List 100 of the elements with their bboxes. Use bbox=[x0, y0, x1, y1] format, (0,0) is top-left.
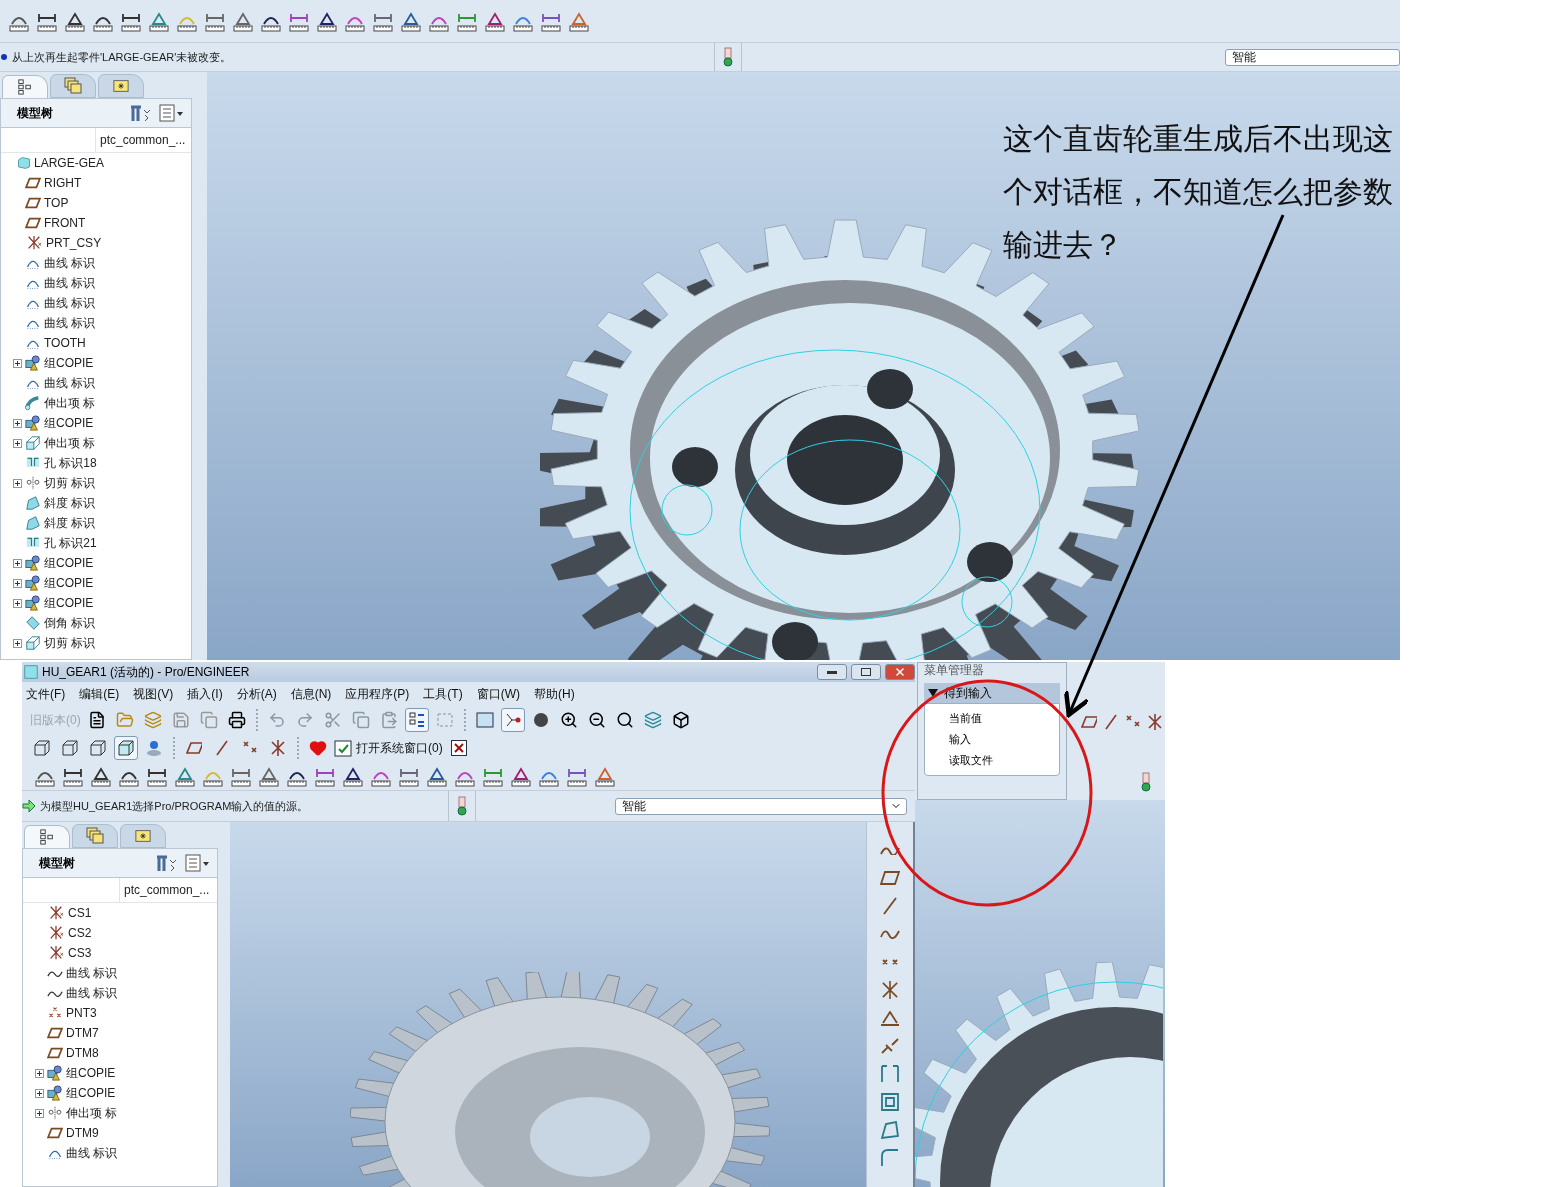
expand-icon[interactable] bbox=[13, 578, 22, 588]
tree-item[interactable]: CS1 bbox=[23, 903, 217, 923]
cube-icon bbox=[62, 740, 78, 756]
tree-item[interactable]: TOP bbox=[1, 193, 191, 213]
panel-title: 模型树 bbox=[17, 104, 54, 122]
tree-item[interactable]: FRONT bbox=[1, 213, 191, 233]
tree-item[interactable]: 组COPIE bbox=[1, 593, 191, 613]
tree-item[interactable]: DTM9 bbox=[23, 1123, 217, 1143]
tree-item[interactable]: DTM7 bbox=[23, 1023, 217, 1043]
tree-item[interactable]: 伸出项 标 bbox=[1, 433, 191, 453]
tree-item[interactable]: PRT_CSY bbox=[1, 233, 191, 253]
tree-item[interactable]: 曲线 标识 bbox=[23, 1143, 217, 1163]
sweep-icon bbox=[25, 395, 41, 411]
curve-icon bbox=[47, 988, 63, 998]
menu-item[interactable]: 窗口(W) bbox=[476, 685, 520, 703]
datum-plane-icon bbox=[25, 217, 41, 229]
tree-item[interactable]: 曲线 标识 bbox=[23, 963, 217, 983]
tree-item[interactable]: 曲线 标识 bbox=[1, 273, 191, 293]
document-icon bbox=[87, 711, 106, 729]
tree-item[interactable]: 组COPIE bbox=[1, 413, 191, 433]
expand-icon[interactable] bbox=[13, 438, 22, 448]
close-icon bbox=[894, 666, 906, 678]
panel-tab[interactable] bbox=[2, 75, 48, 98]
menu-item[interactable]: 读取文件 bbox=[949, 750, 1059, 771]
tree-item[interactable]: 组COPIE bbox=[23, 1083, 217, 1103]
tree-item[interactable]: LARGE-GEA bbox=[1, 153, 191, 173]
tree-item[interactable]: TOOTH bbox=[1, 333, 191, 353]
tree-item[interactable]: 曲线 标识 bbox=[1, 253, 191, 273]
folder-icon bbox=[112, 78, 130, 94]
tree-item[interactable]: DTM8 bbox=[23, 1043, 217, 1063]
tree-item[interactable]: CS2 bbox=[23, 923, 217, 943]
tree-item[interactable]: 斜度 标识 bbox=[1, 513, 191, 533]
tree-item[interactable]: CS3 bbox=[23, 943, 217, 963]
group-icon bbox=[25, 355, 41, 371]
expand-icon[interactable] bbox=[13, 418, 22, 428]
menu-item[interactable]: 分析(A) bbox=[236, 685, 277, 703]
panel-tab[interactable] bbox=[120, 824, 166, 848]
menu-item[interactable]: 编辑(E) bbox=[79, 685, 120, 703]
expand-icon[interactable] bbox=[13, 558, 22, 568]
search-icon bbox=[615, 711, 634, 729]
filter-field[interactable]: 智能 bbox=[615, 797, 907, 815]
menu-item[interactable]: 信息(N) bbox=[290, 685, 332, 703]
tree-item[interactable]: PNT3 bbox=[23, 1003, 217, 1023]
menu-item[interactable]: 当前值 bbox=[949, 708, 1059, 729]
tree-item[interactable]: 组COPIE bbox=[1, 353, 191, 373]
expand-icon[interactable] bbox=[13, 638, 22, 648]
tree-item[interactable]: RIGHT bbox=[1, 173, 191, 193]
axis-icon bbox=[883, 897, 897, 915]
datum-icon bbox=[1103, 714, 1119, 730]
panel-tab[interactable] bbox=[24, 825, 70, 848]
box-icon bbox=[671, 711, 690, 729]
measure-icon bbox=[64, 10, 86, 32]
menu-item[interactable]: 文件(F) bbox=[26, 685, 66, 703]
maximize-button[interactable] bbox=[851, 664, 881, 680]
tree-item[interactable]: 曲线 标识 bbox=[23, 983, 217, 1003]
tree-item[interactable]: 曲线 标识 bbox=[1, 293, 191, 313]
system-window-button[interactable]: 打开系统窗口(0) bbox=[334, 739, 443, 757]
list-icon bbox=[185, 854, 211, 872]
menu-item[interactable]: 工具(T) bbox=[423, 685, 463, 703]
tree-item[interactable]: 曲线 标识 bbox=[1, 373, 191, 393]
annotation-text: 这个直齿轮重生成后不出现这个对话框，不知道怎么把参数输进去？ bbox=[1003, 120, 1394, 264]
node-button[interactable] bbox=[500, 708, 525, 732]
menu-item[interactable]: 帮助(H) bbox=[534, 685, 575, 703]
menu-item[interactable]: 应用程序(P) bbox=[345, 685, 410, 703]
view-cube-button[interactable] bbox=[114, 736, 138, 760]
menu-item[interactable]: 插入(I) bbox=[187, 685, 223, 703]
tree-item[interactable]: 孔 标识21 bbox=[1, 533, 191, 553]
measure-icon bbox=[342, 765, 364, 787]
tree-item[interactable]: 倒角 标识 bbox=[1, 613, 191, 633]
datum-plane-icon bbox=[47, 1047, 63, 1059]
menu-item[interactable]: 输入 bbox=[949, 729, 1059, 750]
expand-icon[interactable] bbox=[13, 478, 22, 488]
expand-icon[interactable] bbox=[35, 1108, 44, 1118]
tree-item[interactable]: 斜度 标识 bbox=[1, 493, 191, 513]
regenerate-button[interactable] bbox=[404, 708, 429, 732]
draft-icon bbox=[881, 1121, 899, 1139]
expand-icon[interactable] bbox=[13, 358, 22, 368]
group-icon bbox=[25, 415, 41, 431]
layers-icon bbox=[143, 711, 162, 729]
panel-tab[interactable] bbox=[98, 74, 144, 98]
traffic-light-icon bbox=[723, 47, 734, 67]
tree-item[interactable]: 切剪 标识 bbox=[1, 633, 191, 653]
tree-item[interactable]: 组COPIE bbox=[1, 573, 191, 593]
tree-item[interactable]: 切剪 标识 bbox=[1, 473, 191, 493]
layers-icon bbox=[64, 77, 82, 95]
tree-item[interactable]: 曲线 标识 bbox=[1, 313, 191, 333]
tree-item[interactable]: 孔 标识18 bbox=[1, 453, 191, 473]
filter-field[interactable]: 智能 bbox=[1225, 48, 1400, 66]
datum-icon bbox=[1081, 714, 1097, 730]
expand-icon[interactable] bbox=[35, 1088, 44, 1098]
minimize-button[interactable] bbox=[817, 664, 847, 680]
expand-icon[interactable] bbox=[13, 598, 22, 608]
tree-item[interactable]: 组COPIE bbox=[23, 1063, 217, 1083]
tree-item[interactable]: 组COPIE bbox=[1, 553, 191, 573]
expand-icon[interactable] bbox=[35, 1068, 44, 1078]
menu-item[interactable]: 视图(V) bbox=[133, 685, 174, 703]
datum-plane-icon bbox=[47, 1027, 63, 1039]
copy-icon bbox=[199, 711, 218, 729]
tree-item[interactable]: 伸出项 标 bbox=[23, 1103, 217, 1123]
tree-item[interactable]: 伸出项 标 bbox=[1, 393, 191, 413]
